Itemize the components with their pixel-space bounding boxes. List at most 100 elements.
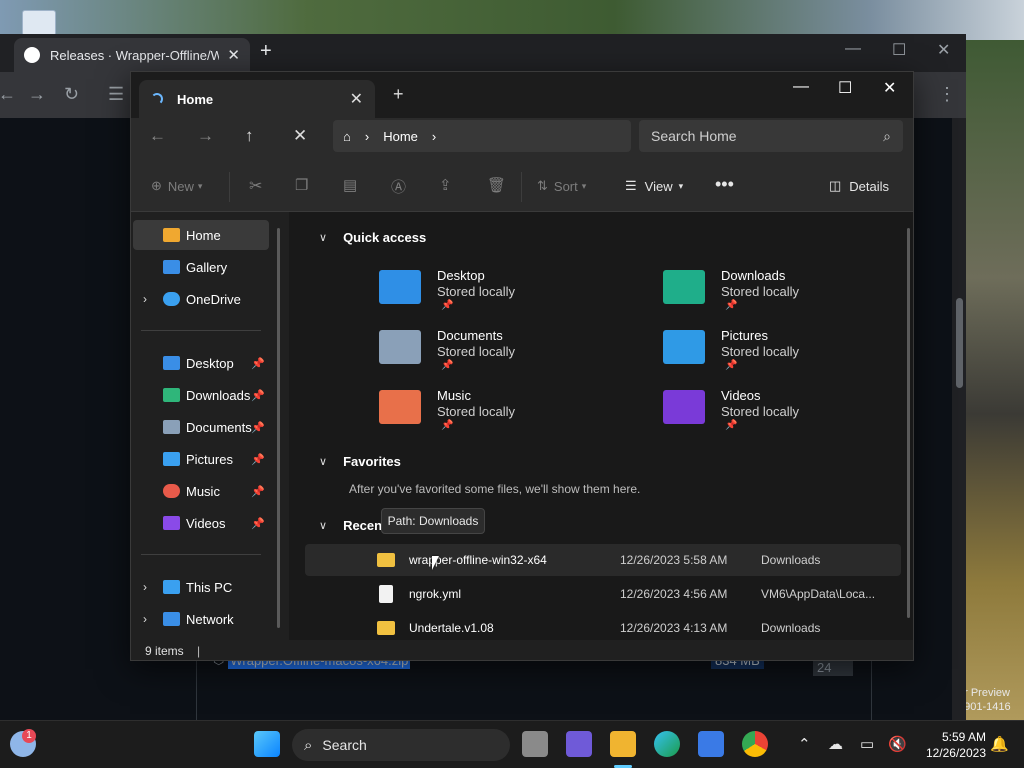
forward-icon[interactable]: → bbox=[197, 126, 214, 146]
quick-access-desktop[interactable]: Desktop Stored locally 📌 bbox=[379, 266, 619, 322]
search-icon: ⌕ bbox=[883, 127, 891, 144]
close-window-icon[interactable]: ✕ bbox=[883, 78, 896, 98]
taskbar: 1 ⌕ Search ⌃ ☁ ▭ 🔇 5:59 AM 12/26/2023 🔔 bbox=[0, 720, 1024, 768]
plus-circle-icon: ⊕ bbox=[151, 178, 162, 193]
sidebar-item-network[interactable]: › Network bbox=[133, 604, 269, 634]
recent-file-row[interactable]: ngrok.yml 12/26/2023 4:56 AM VM6\AppData… bbox=[305, 578, 901, 610]
system-clock[interactable]: 5:59 AM 12/26/2023 bbox=[916, 729, 986, 761]
quick-access-pictures[interactable]: Pictures Stored locally 📌 bbox=[663, 326, 903, 382]
new-tab-icon[interactable]: + bbox=[260, 40, 272, 63]
sidebar-item-onedrive[interactable]: › OneDrive bbox=[133, 284, 269, 314]
sort-button[interactable]: ⇅ Sort ▾ bbox=[537, 178, 586, 194]
sidebar-item-downloads[interactable]: Downloads 📌 bbox=[133, 380, 269, 410]
address-bar[interactable]: ⌂ › Home › bbox=[333, 120, 631, 152]
sidebar-item-desktop[interactable]: Desktop 📌 bbox=[133, 348, 269, 378]
share-icon[interactable]: ⇪ bbox=[439, 176, 452, 194]
view-button[interactable]: ☰ View ▾ bbox=[625, 178, 683, 194]
cut-icon[interactable]: ✂ bbox=[249, 176, 262, 196]
chevron-right-icon[interactable]: › bbox=[143, 580, 147, 594]
chevron-down-icon[interactable]: ∨ bbox=[319, 519, 327, 532]
back-icon[interactable]: ← bbox=[0, 84, 16, 105]
desktop-folder-icon bbox=[379, 270, 421, 304]
bell-icon[interactable]: 🔔 bbox=[990, 735, 1009, 753]
sidebar-scrollbar[interactable] bbox=[277, 228, 280, 628]
chrome-tab[interactable]: Releases · Wrapper-Offline/Wra ✕ bbox=[14, 38, 250, 72]
favorites-empty-note: After you've favorited some files, we'll… bbox=[349, 482, 641, 496]
close-window-icon[interactable]: ✕ bbox=[937, 40, 950, 60]
close-tab-icon[interactable]: ✕ bbox=[350, 89, 363, 109]
content-scrollbar[interactable] bbox=[907, 228, 910, 618]
recent-header[interactable]: ∨ Recent bbox=[319, 518, 386, 533]
close-icon[interactable]: ✕ bbox=[227, 46, 240, 64]
sidebar-item-pictures[interactable]: Pictures 📌 bbox=[133, 444, 269, 474]
sidebar-item-this-pc[interactable]: › This PC bbox=[133, 572, 269, 602]
maximize-icon[interactable]: ☐ bbox=[838, 78, 852, 98]
folder-icon bbox=[377, 621, 395, 635]
stop-icon[interactable]: ✕ bbox=[293, 126, 307, 146]
chevron-right-icon: › bbox=[364, 128, 370, 144]
favorites-header[interactable]: ∨ Favorites bbox=[319, 454, 401, 469]
chevron-down-icon: ▾ bbox=[581, 180, 587, 191]
quick-access-videos[interactable]: Videos Stored locally 📌 bbox=[663, 386, 903, 442]
home-icon bbox=[163, 228, 180, 242]
recent-file-row[interactable]: wrapper-offline-win32-x64 12/26/2023 5:5… bbox=[305, 544, 901, 576]
details-button[interactable]: ◫ Details bbox=[829, 178, 889, 194]
chrome-scrollbar[interactable] bbox=[952, 118, 966, 724]
forward-icon[interactable]: → bbox=[28, 84, 46, 105]
chevron-right-icon[interactable]: › bbox=[143, 612, 147, 626]
copy-icon[interactable]: ❐ bbox=[295, 176, 308, 194]
quick-access-documents[interactable]: Documents Stored locally 📌 bbox=[379, 326, 619, 382]
scroll-thumb[interactable] bbox=[956, 298, 963, 388]
explorer-tab-home[interactable]: Home ✕ bbox=[139, 80, 375, 118]
display-icon[interactable]: ▭ bbox=[860, 735, 874, 753]
quick-access-downloads[interactable]: Downloads Stored locally 📌 bbox=[663, 266, 903, 322]
maximize-icon[interactable]: ☐ bbox=[892, 40, 906, 60]
minimize-icon[interactable]: — bbox=[793, 78, 809, 96]
paste-icon[interactable]: ▤ bbox=[343, 176, 357, 194]
up-icon[interactable]: ↑ bbox=[245, 126, 254, 146]
sidebar-item-home[interactable]: Home bbox=[133, 220, 269, 250]
chevron-down-icon[interactable]: ∨ bbox=[319, 455, 327, 468]
store-icon[interactable] bbox=[698, 731, 724, 757]
desktop-shortcut-icon[interactable] bbox=[22, 10, 56, 36]
content-pane: ∨ Quick access Desktop Stored locally 📌 … bbox=[289, 212, 913, 640]
chevron-right-icon[interactable]: › bbox=[432, 129, 436, 144]
file-explorer-icon[interactable] bbox=[610, 731, 636, 757]
new-button[interactable]: ⊕ New ▾ bbox=[151, 178, 202, 194]
sidebar-item-gallery[interactable]: Gallery bbox=[133, 252, 269, 282]
quick-access-header[interactable]: ∨ Quick access bbox=[319, 230, 426, 245]
picture-icon bbox=[163, 452, 180, 466]
task-view-icon[interactable] bbox=[522, 731, 548, 757]
rename-icon[interactable]: Ⓐ bbox=[391, 176, 406, 197]
chrome-icon[interactable] bbox=[742, 731, 768, 757]
search-input[interactable]: Search Home ⌕ bbox=[639, 120, 903, 152]
breadcrumb-home[interactable]: Home bbox=[383, 129, 418, 144]
new-tab-icon[interactable]: + bbox=[393, 84, 404, 105]
edge-icon[interactable] bbox=[654, 731, 680, 757]
more-options-icon[interactable]: ••• bbox=[715, 174, 734, 195]
chat-icon[interactable] bbox=[566, 731, 592, 757]
start-icon[interactable] bbox=[254, 731, 280, 757]
onedrive-icon[interactable]: ☁ bbox=[828, 735, 843, 753]
pin-icon: 📌 bbox=[251, 517, 265, 530]
volume-muted-icon[interactable]: 🔇 bbox=[888, 735, 907, 753]
folder-icon bbox=[377, 553, 395, 567]
chrome-menu-icon[interactable]: ⋮ bbox=[938, 84, 956, 105]
chevron-up-icon[interactable]: ⌃ bbox=[798, 735, 811, 753]
minimize-icon[interactable]: — bbox=[845, 40, 861, 58]
sidebar-item-documents[interactable]: Documents 📌 bbox=[133, 412, 269, 442]
chevron-down-icon: ▾ bbox=[197, 180, 203, 191]
reload-icon[interactable]: ↻ bbox=[64, 84, 79, 105]
sidebar-item-music[interactable]: Music 📌 bbox=[133, 476, 269, 506]
explorer-nav-bar: ← → ↑ ✕ ⌂ › Home › Search Home ⌕ bbox=[131, 118, 913, 162]
chevron-down-icon[interactable]: ∨ bbox=[319, 231, 327, 244]
recent-file-row[interactable]: Undertale.v1.08 12/26/2023 4:13 AM Downl… bbox=[305, 612, 901, 640]
chevron-right-icon[interactable]: › bbox=[143, 292, 147, 306]
taskbar-search[interactable]: ⌕ Search bbox=[292, 729, 510, 761]
sidebar-item-videos[interactable]: Videos 📌 bbox=[133, 508, 269, 538]
site-info-icon[interactable]: ☰ bbox=[108, 84, 124, 105]
quick-access-music[interactable]: Music Stored locally 📌 bbox=[379, 386, 619, 442]
delete-icon[interactable]: 🗑 bbox=[487, 176, 506, 194]
back-icon[interactable]: ← bbox=[149, 126, 166, 146]
pin-icon: 📌 bbox=[251, 485, 265, 498]
